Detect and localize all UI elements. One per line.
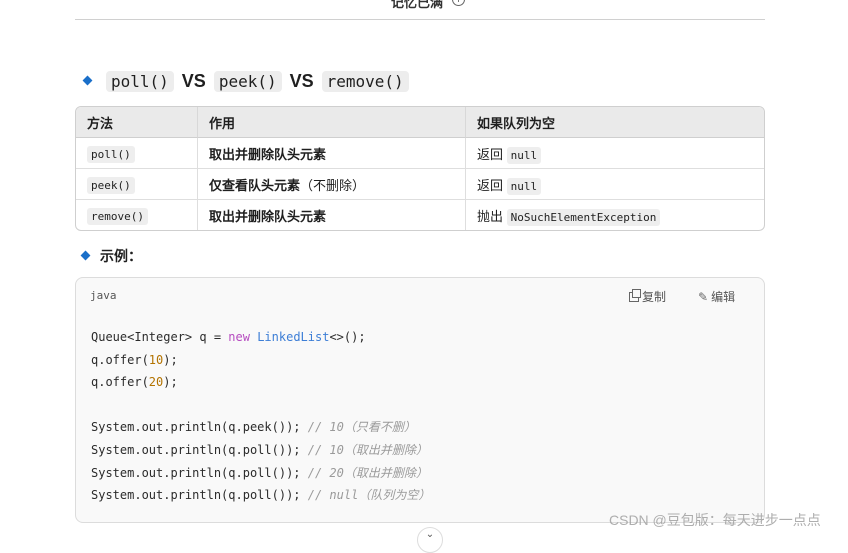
empty-code: null	[506, 146, 542, 164]
edit-icon: ✎	[698, 289, 709, 304]
empty-code: NoSuchElementException	[506, 208, 661, 226]
column-header: 方法	[76, 107, 198, 138]
copy-label: 复制	[642, 290, 667, 304]
effect-text: 仅查看队头元素	[209, 177, 301, 193]
method-code: poll()	[87, 145, 135, 163]
heading-vs: VS	[181, 70, 206, 91]
chevron-down-icon: ⌄	[425, 529, 435, 540]
table-row: peek() 仅查看队头元素（不删除） 返回 null	[76, 169, 764, 200]
copy-icon	[629, 288, 641, 302]
empty-prefix: 返回	[477, 146, 504, 162]
comparison-table: 方法 作用 如果队列为空 poll() 取出并删除队头元素 返回 null pe…	[75, 106, 765, 231]
effect-text: 取出并删除队头元素	[209, 208, 327, 224]
table-row: poll() 取出并删除队头元素 返回 null	[76, 138, 764, 169]
diamond-bullet-icon	[82, 75, 93, 86]
empty-code: null	[506, 177, 542, 195]
code-block: java 复制 ✎ 编辑 Queue<Integer> q = new Link…	[75, 277, 765, 523]
column-header: 如果队列为空	[466, 107, 764, 138]
heading-code-remove: remove()	[321, 70, 409, 92]
info-icon[interactable]: i	[452, 0, 465, 6]
edit-label: 编辑	[711, 290, 736, 304]
heading-vs: VS	[289, 70, 314, 91]
empty-prefix: 抛出	[477, 208, 504, 224]
copy-button[interactable]: 复制	[629, 288, 666, 305]
scroll-down-button[interactable]: ⌄	[417, 527, 443, 553]
column-header: 作用	[198, 107, 466, 138]
empty-prefix: 返回	[477, 177, 504, 193]
code-content: Queue<Integer> q = new LinkedList<>(); q…	[91, 330, 431, 503]
heading-code-peek: peek()	[213, 70, 282, 92]
heading-code-poll: poll()	[106, 70, 174, 92]
memory-status-bar: 记忆已满 i	[75, 0, 765, 20]
table-header-row: 方法 作用 如果队列为空	[76, 107, 764, 138]
table-row: remove() 取出并删除队头元素 抛出 NoSuchElementExcep…	[76, 200, 764, 230]
code-language: java	[90, 289, 117, 302]
method-code: peek()	[87, 176, 135, 194]
method-code: remove()	[87, 207, 148, 225]
diamond-bullet-icon	[80, 250, 91, 261]
effect-text: 取出并删除队头元素	[209, 146, 327, 162]
example-label: 示例：	[100, 248, 142, 264]
watermark: CSDN @豆包版：每天进步一点点	[609, 512, 821, 528]
effect-extra: （不删除）	[300, 177, 366, 193]
edit-button[interactable]: ✎ 编辑	[698, 288, 735, 305]
memory-status-text: 记忆已满	[391, 0, 444, 10]
section-heading: poll() VS peek() VS remove()	[106, 68, 409, 94]
